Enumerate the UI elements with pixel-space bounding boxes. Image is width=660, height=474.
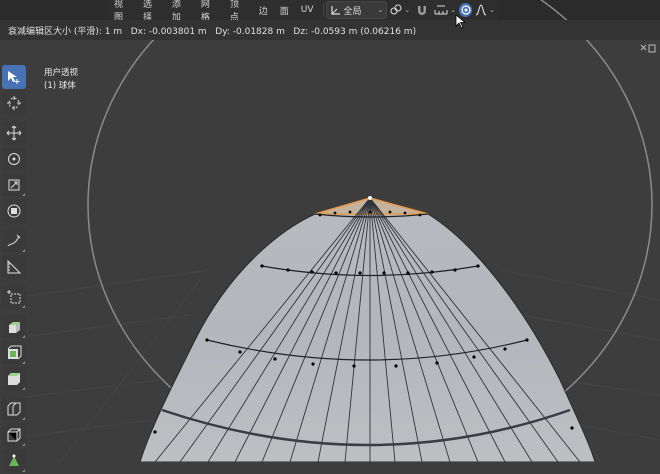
tool-transform[interactable] [2,199,26,223]
menu-edge[interactable]: 边 [253,4,274,17]
selected-vertex [368,196,372,200]
tool-knife[interactable] [2,423,26,447]
orientation-axes-icon [331,5,341,15]
tool-loop-cut[interactable] [2,397,26,421]
inset-faces-icon [7,345,22,360]
tool-shelf [2,64,30,474]
viewport-3d[interactable] [0,0,660,462]
menu-face[interactable]: 面 [274,4,295,17]
bevel-icon [8,373,20,385]
tool-extrude-region[interactable] [2,315,26,339]
viewport-header: 视图 选择 添加 网格 顶点 边 面 UV 全局 ⌄ ⌄ ⌄ ⌄ [108,0,498,23]
add-cube-icon [7,290,21,304]
mouse-pointer-icon [455,14,467,29]
3d-cursor-icon [7,96,21,110]
tool-add-cube[interactable] [2,285,26,309]
tool-inset-faces[interactable] [2,341,26,365]
tool-move[interactable] [2,121,26,145]
annotate-pencil-icon [7,234,21,247]
active-object-label: (1) 球体 [44,81,76,91]
tool-measure[interactable] [2,255,26,279]
view-perspective-label: 用户透视 [44,68,79,78]
scale-icon [8,179,20,191]
tool-annotate[interactable] [2,229,26,253]
menu-uv[interactable]: UV [295,5,320,15]
chevron-down-icon: ⌄ [489,6,495,14]
tool-select-box[interactable] [2,65,26,89]
loop-cut-icon [7,402,21,416]
header-separator [322,3,324,17]
transform-icon [7,204,21,218]
rotate-icon [8,153,20,165]
chevron-down-icon: ⌄ [404,6,411,14]
measure-ruler-icon [7,259,22,274]
pivot-point-dropdown[interactable]: ⌄ [387,2,413,18]
tool-cursor[interactable] [2,91,26,115]
extrude-icon [9,322,20,333]
knife-icon [7,428,21,442]
operation-status-bar: 衰减编辑区大小 (平滑): 1 m Dx: -0.003801 m Dy: -0… [0,20,660,40]
snap-toggle[interactable] [413,2,431,18]
chevron-down-icon: ⌄ [377,6,384,14]
transform-orientation-label: 全局 [343,6,362,17]
move-icon [6,125,22,141]
falloff-type-dropdown[interactable]: ⌄ [472,2,498,18]
pivot-icon [390,4,402,15]
operation-status-text: 衰减编辑区大小 (平滑): 1 m Dx: -0.003801 m Dy: -0… [8,26,417,37]
transform-orientation-dropdown[interactable]: 全局 ⌄ [326,1,388,19]
tool-scale[interactable] [2,173,26,197]
chevron-down-icon: ⌄ [450,6,456,14]
tool-poly-build[interactable] [2,449,26,473]
poly-build-icon [9,454,19,466]
select-cursor-icon [8,71,20,84]
tool-rotate[interactable] [2,147,26,171]
smooth-falloff-icon [475,4,487,16]
snap-increment-icon [434,5,448,15]
tool-bevel[interactable] [2,367,26,391]
expand-area-icon[interactable] [640,44,656,54]
magnet-icon [418,6,427,15]
